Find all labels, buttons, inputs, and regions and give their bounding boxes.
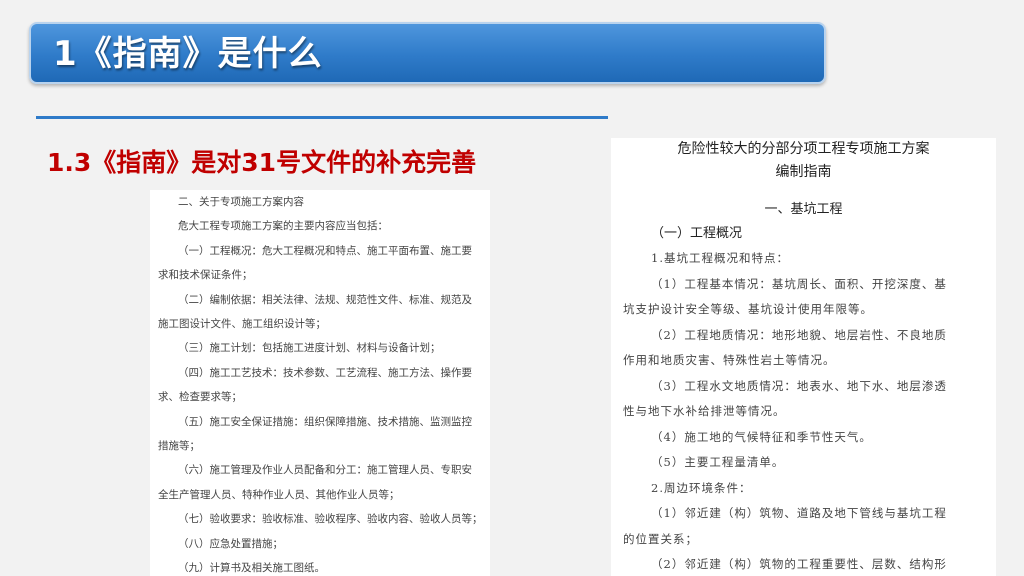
doc-text-line: 二、关于专项施工方案内容 bbox=[178, 196, 304, 208]
doc-text-line: 求和技术保证条件； bbox=[158, 269, 253, 282]
doc-text-line: （三）施工计划：包括施工进度计划、材料与设备计划； bbox=[178, 342, 441, 355]
doc-text-line: （七）验收要求：验收标准、验收程序、验收内容、验收人员等； bbox=[178, 513, 482, 526]
doc-text-line: （2）邻近建（构）筑物的工程重要性、层数、结构形 bbox=[651, 557, 947, 571]
doc-title-line-1: 危险性较大的分部分项工程专项施工方案 bbox=[677, 141, 930, 157]
doc-text-line: 2.周边环境条件： bbox=[651, 480, 752, 495]
doc-subheading: （一）工程概况 bbox=[651, 226, 743, 241]
doc-text-line: （八）应急处置措施； bbox=[178, 537, 283, 550]
doc-text-line: 求、检查要求等； bbox=[158, 391, 242, 404]
doc-text-line: 危大工程专项施工方案的主要内容应当包括： bbox=[178, 220, 388, 233]
doc-text-line: 的位置关系； bbox=[623, 531, 698, 546]
doc-text-line: （1）工程基本情况：基坑周长、面积、开挖深度、基 bbox=[651, 276, 947, 291]
doc-text-line: 施工图设计文件、施工组织设计等； bbox=[158, 318, 326, 331]
doc-title-line-2: 编制指南 bbox=[775, 164, 832, 180]
doc-text-line: （一）工程概况：危大工程概况和特点、施工平面布置、施工要 bbox=[178, 244, 472, 257]
slide-subtitle: 1.3《指南》是对31号文件的补充完善 bbox=[47, 148, 477, 177]
doc-text-line: 1.基坑工程概况和特点： bbox=[651, 251, 789, 265]
doc-text-line: 坑支护设计安全等级、基坑设计使用年限等。 bbox=[623, 302, 873, 316]
title-divider bbox=[36, 116, 608, 119]
slide-title: 1《指南》是什么 bbox=[53, 34, 323, 74]
doc-text-line: （4）施工地的气候特征和季节性天气。 bbox=[651, 429, 872, 444]
doc-text-line: （二）编制依据：相关法律、法规、规范性文件、标准、规范及 bbox=[178, 293, 472, 306]
doc-section-heading: 一、基坑工程 bbox=[764, 202, 843, 217]
doc-text-line: 性与地下水补给排泄等情况。 bbox=[623, 404, 786, 418]
doc-text-line: （九）计算书及相关施工图纸。 bbox=[178, 562, 325, 575]
doc-text-line: （五）施工安全保证措施：组织保障措施、技术措施、监测监控 bbox=[178, 415, 472, 428]
doc-text-line: 作用和地质灾害、特殊性岩土等情况。 bbox=[623, 353, 836, 367]
doc-text-line: 措施等； bbox=[158, 440, 200, 453]
doc-text-line: （5）主要工程量清单。 bbox=[651, 455, 785, 469]
doc-text-line: （2）工程地质情况：地形地貌、地层岩性、不良地质 bbox=[651, 327, 947, 342]
doc-text-line: （3）工程水文地质情况：地表水、地下水、地层渗透 bbox=[651, 378, 947, 393]
doc-text-line: （六）施工管理及作业人员配备和分工：施工管理人员、专职安 bbox=[178, 464, 472, 477]
document-excerpt-right: 危险性较大的分部分项工程专项施工方案 编制指南 一、基坑工程 （一）工程概况 1… bbox=[611, 138, 996, 576]
title-banner: 1《指南》是什么 bbox=[29, 22, 826, 84]
doc-text-line: （1）邻近建（构）筑物、道路及地下管线与基坑工程 bbox=[651, 506, 947, 520]
doc-text-line: （四）施工工艺技术：技术参数、工艺流程、施工方法、操作要 bbox=[178, 366, 472, 379]
doc-text-line: 全生产管理人员、特种作业人员、其他作业人员等； bbox=[158, 488, 400, 501]
document-excerpt-left: 二、关于专项施工方案内容危大工程专项施工方案的主要内容应当包括： （一）工程概况：… bbox=[150, 190, 490, 576]
